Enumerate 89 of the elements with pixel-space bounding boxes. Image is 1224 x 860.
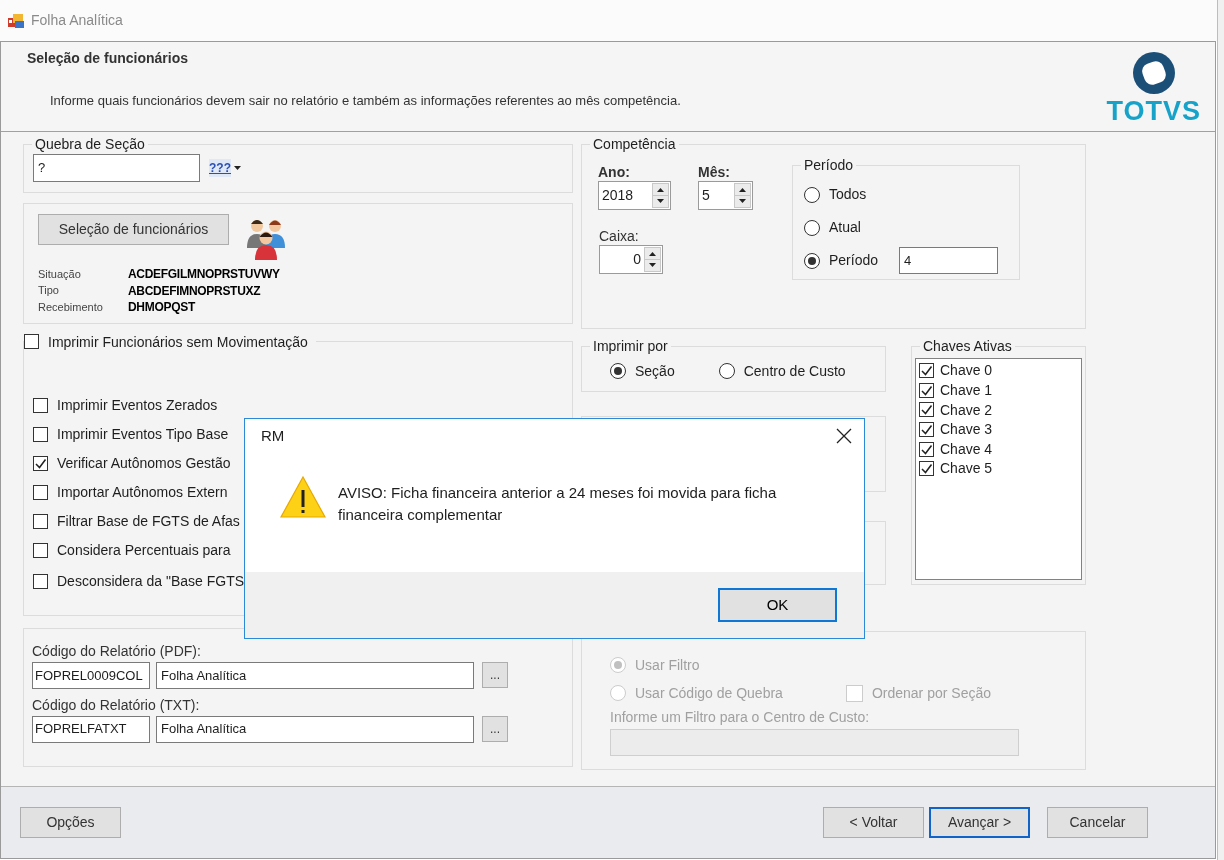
browse-button[interactable]: ... [482, 662, 508, 689]
radio-button[interactable] [804, 252, 820, 269]
checkbox-label: Imprimir Eventos Tipo Base [57, 426, 229, 443]
checkbox-label: Verificar Autônomos Gestão [57, 455, 231, 472]
filter-value: ABCDEFIMNOPRSTUXZ [128, 283, 261, 298]
text-field[interactable]: Folha Analítica [156, 661, 474, 689]
filter-value: DHMOPQST [128, 300, 195, 315]
filter-label: Situação [38, 267, 82, 281]
field-label: Caixa: [599, 227, 640, 245]
nav-button[interactable]: Cancelar [1047, 807, 1148, 838]
browse-button[interactable]: ... [482, 716, 508, 743]
checkbox-label: Considera Percentuais para [57, 542, 231, 559]
nav-button[interactable]: < Voltar [823, 807, 924, 838]
radio-label: Atual [829, 219, 861, 236]
checkbox[interactable] [24, 334, 39, 349]
text-field[interactable]: FOPRELFATXT [32, 715, 150, 743]
dialog-title: RM [261, 427, 285, 445]
checkbox[interactable] [919, 461, 934, 477]
checkbox-label: Imprimir Funcionários sem Movimentação [48, 334, 308, 349]
radio-label: Centro de Custo [743, 363, 846, 380]
close-button[interactable] [836, 428, 852, 444]
logo-text: TOTVS [1106, 98, 1201, 125]
group-label: Quebra de Seção [34, 137, 146, 151]
page-description: Informe quais funcionários devem sair no relatório e também as informações referentes ao mês competência. [50, 92, 681, 109]
checkbox[interactable] [33, 574, 48, 589]
radio-button[interactable] [804, 219, 820, 236]
checkbox-label: Ordenar por Seção [871, 684, 991, 702]
page-title: Seleção de funcionários [27, 50, 190, 67]
caret-icon [234, 166, 241, 170]
checkbox[interactable] [919, 363, 934, 379]
ok-button[interactable]: OK [718, 588, 837, 622]
text-field[interactable]: FOPREL0009COL [32, 661, 150, 689]
field-label: Ano: [598, 164, 631, 181]
radio-button[interactable] [610, 363, 626, 380]
radio-label: Seção [635, 363, 675, 380]
app-icon [7, 12, 25, 29]
field-label: Informe um Filtro para o Centro de Custo: [610, 709, 871, 726]
checkbox[interactable] [919, 422, 934, 438]
checkbox[interactable] [919, 441, 934, 457]
group-label: Competência [592, 137, 677, 151]
select-employees-button[interactable]: Seleção de funcionários [38, 214, 229, 245]
dialog-message: AVISO: Ficha financeira anterior a 24 meses foi movida para ficha financeira complementar [338, 483, 778, 525]
radio-label: Período [829, 252, 879, 269]
checkbox-label: Chave 5 [940, 460, 993, 478]
checkbox[interactable] [919, 402, 934, 418]
radio-label: Usar Código de Quebra [635, 684, 783, 702]
number-field[interactable]: 0 [599, 244, 663, 274]
group-label: Chaves Ativas [922, 339, 1013, 353]
filter-label: Recebimento [38, 300, 104, 314]
window-title: Folha Analítica [31, 12, 123, 29]
checkbox[interactable] [33, 456, 48, 471]
checkbox-label: Desconsidera da "Base FGTS [57, 573, 245, 590]
checkbox-label: Chave 0 [940, 362, 993, 380]
spin-buttons-icon [652, 182, 669, 208]
checkbox[interactable] [33, 398, 48, 413]
field-label: Mês: [698, 164, 731, 181]
checkbox[interactable] [919, 382, 934, 398]
checkbox-label: Chave 2 [940, 401, 993, 419]
text-field[interactable]: 4 [899, 247, 999, 274]
spin-buttons-icon [644, 246, 661, 272]
options-button[interactable]: Opções [20, 807, 121, 838]
text-field[interactable]: Folha Analítica [156, 715, 474, 743]
radio-button[interactable] [804, 186, 820, 203]
text-field[interactable]: ? [33, 154, 200, 182]
field-label: Código do Relatório (TXT): [32, 696, 201, 714]
radio-label: Usar Filtro [635, 656, 700, 674]
checkbox-label: Importar Autônomos Extern [57, 484, 228, 501]
group-label: Período [803, 158, 855, 172]
group-label: Imprimir por [592, 339, 669, 353]
checkbox-label: Chave 3 [940, 421, 993, 438]
checkbox[interactable] [33, 427, 48, 442]
radio-label: Todos [829, 186, 867, 203]
number-field[interactable]: 2018 [598, 180, 671, 210]
filter-label: Tipo [38, 284, 60, 298]
checkbox[interactable] [33, 514, 48, 529]
filter-value: ACDEFGILMNOPRSTUVWY [128, 267, 280, 282]
checkbox[interactable] [33, 485, 48, 500]
nav-button[interactable]: Avançar > [929, 807, 1030, 838]
checkbox-label: Filtrar Base de FGTS de Afas [57, 513, 240, 530]
field-label: Código do Relatório (PDF): [32, 643, 202, 660]
checkbox-label: Imprimir Eventos Zerados [57, 397, 218, 414]
number-field[interactable]: 5 [698, 180, 753, 210]
warning-icon [280, 475, 326, 519]
checkbox-label: Chave 1 [940, 382, 993, 399]
radio-button[interactable] [718, 363, 735, 380]
checkbox[interactable] [33, 543, 48, 558]
logo-icon [1131, 51, 1176, 95]
spin-buttons-icon [734, 182, 751, 208]
checkbox-label: Chave 4 [940, 440, 993, 458]
